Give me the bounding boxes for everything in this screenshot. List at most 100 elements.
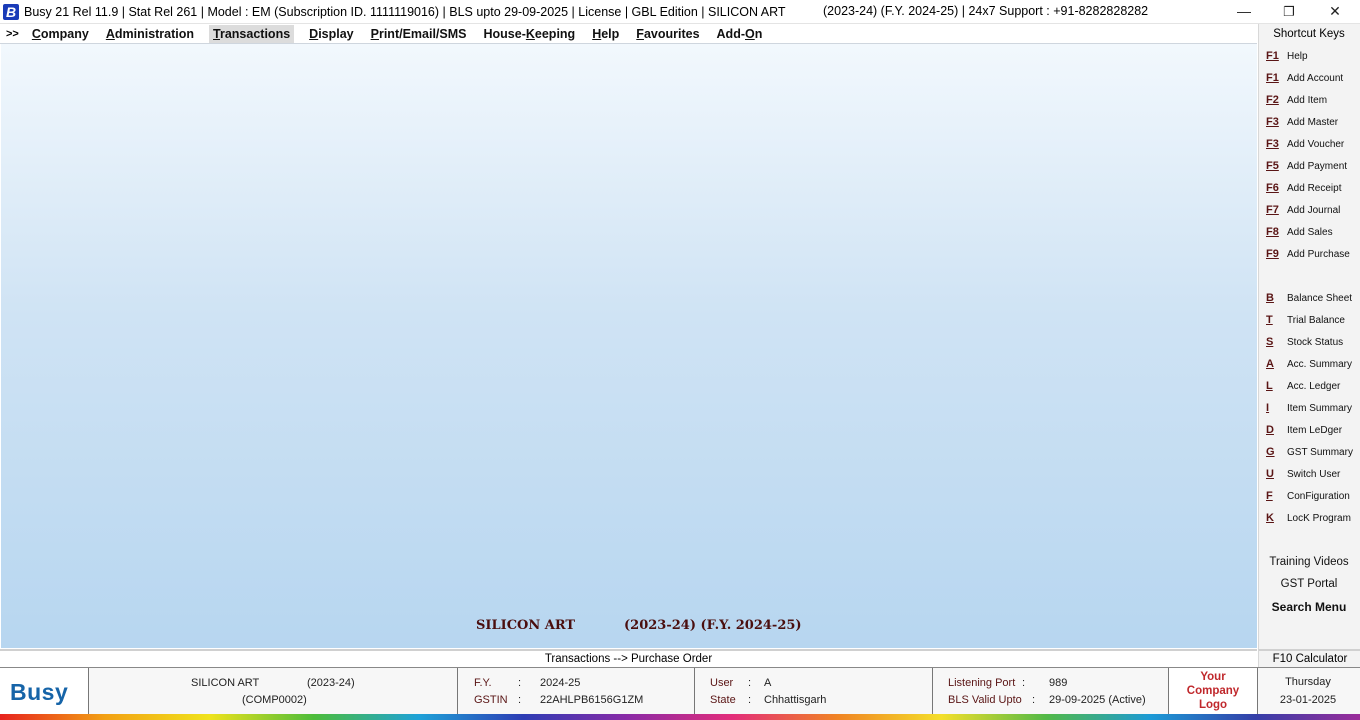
shortcut-balance-sheet[interactable]: B Balance Sheet <box>1266 290 1352 306</box>
menu-print-email-sms[interactable]: Print/Email/SMS <box>369 25 469 43</box>
shortcut-configuration[interactable]: F ConFiguration <box>1266 488 1350 504</box>
shortcut-lock-program[interactable]: K LocK Program <box>1266 510 1351 526</box>
brand-cell: Busy <box>0 668 89 715</box>
company-logo-cell[interactable]: Your Company Logo <box>1169 668 1258 715</box>
menu-label-post: dministration <box>114 26 195 41</box>
shortcut-add-sales[interactable]: F8 Add Sales <box>1266 224 1333 240</box>
port-colon: : <box>1022 677 1026 689</box>
listening-port-value: 989 <box>1049 677 1068 689</box>
busy-app-icon: B <box>3 3 19 20</box>
shortcut-add-receipt[interactable]: F6 Add Receipt <box>1266 180 1341 196</box>
gstin-value: 22AHLPB6156G1ZM <box>540 694 644 706</box>
menu-house-keeping[interactable]: House-Keeping <box>482 25 578 43</box>
listening-port-label: Listening Port <box>948 677 1016 689</box>
menu-administration[interactable]: Administration <box>104 25 196 43</box>
shortcut-key: D <box>1266 424 1274 436</box>
shortcut-label: Item Summary <box>1287 402 1353 414</box>
fy-colon: : <box>518 677 522 689</box>
menu-help[interactable]: Help <box>590 25 621 43</box>
shortcut-key: F1 <box>1266 72 1279 84</box>
minimize-button[interactable]: — <box>1221 0 1267 23</box>
close-button[interactable]: ✕ <box>1312 0 1358 23</box>
search-menu-link[interactable]: Search Menu <box>1259 600 1359 614</box>
shortcut-add-account[interactable]: F1 Add Account <box>1266 70 1343 86</box>
calculator-button[interactable]: F10 Calculator <box>1258 649 1360 668</box>
rainbow-strip <box>0 714 1360 720</box>
workspace-financial-year: (2023-24) (F.Y. 2024-25) <box>624 618 802 633</box>
user-colon: : <box>748 677 752 689</box>
gstin-label: GSTIN <box>474 694 508 706</box>
logo-line: Logo <box>1198 699 1228 711</box>
shortcut-acc-summary[interactable]: A Acc. Summary <box>1266 356 1352 372</box>
menu-transactions[interactable]: Transactions <box>209 24 295 43</box>
logo-line: Your <box>1200 671 1226 683</box>
shortcut-label: Balance Sheet <box>1287 292 1353 304</box>
shortcut-label: Add Purchase <box>1287 248 1350 260</box>
fy-value: 2024-25 <box>540 677 581 689</box>
menu-display[interactable]: Display <box>307 25 355 43</box>
shortcut-label: Help <box>1287 50 1308 62</box>
shortcut-switch-user[interactable]: U Switch User <box>1266 466 1340 482</box>
shortcut-key: F6 <box>1266 182 1279 194</box>
user-state-cell: User : A State : Chhattisgarh <box>695 668 933 715</box>
menu-company[interactable]: Company <box>30 25 91 43</box>
shortcut-add-purchase[interactable]: F9 Add Purchase <box>1266 246 1350 262</box>
menu-expand-icon[interactable]: >> <box>6 28 19 40</box>
menu-favourites[interactable]: Favourites <box>634 25 701 43</box>
menu-label-pre: Add- <box>716 26 745 41</box>
shortcut-key: I <box>1266 402 1270 414</box>
shortcut-key: G <box>1266 446 1275 458</box>
footer-day: Thursday <box>1285 676 1331 688</box>
shortcut-trial-balance[interactable]: T Trial Balance <box>1266 312 1345 328</box>
shortcut-label: ConFiguration <box>1287 490 1350 502</box>
shortcut-add-master[interactable]: F3 Add Master <box>1266 114 1338 130</box>
fy-label: F.Y. <box>474 677 492 689</box>
shortcut-help[interactable]: F1 Help <box>1266 48 1308 64</box>
shortcut-stock-status[interactable]: S Stock Status <box>1266 334 1343 350</box>
menu-label-pre: House- <box>483 26 526 41</box>
shortcut-add-item[interactable]: F2 Add Item <box>1266 92 1327 108</box>
shortcut-key: S <box>1266 336 1274 348</box>
shortcut-key: F3 <box>1266 138 1279 150</box>
shortcut-acc-ledger[interactable]: L Acc. Ledger <box>1266 378 1340 394</box>
shortcut-key: F9 <box>1266 248 1279 260</box>
shortcut-gst-summary[interactable]: G GST Summary <box>1266 444 1353 460</box>
shortcut-label: Add Item <box>1287 94 1328 106</box>
menu-label-post: isplay <box>318 26 354 41</box>
menu-add-on[interactable]: Add-On <box>715 25 765 43</box>
shortcut-key: F5 <box>1266 160 1279 172</box>
state-colon: : <box>748 694 752 706</box>
shortcut-key: A <box>1266 358 1274 370</box>
main-workspace: SILICON ART (2023-24) (F.Y. 2024-25) <box>1 44 1257 648</box>
shortcut-label: Add Master <box>1287 116 1339 128</box>
gst-portal-link[interactable]: GST Portal <box>1259 578 1359 590</box>
shortcut-label: Add Sales <box>1287 226 1333 238</box>
title-bar: B Busy 21 Rel 11.9 | Stat Rel 261 | Mode… <box>0 0 1360 24</box>
bls-colon: : <box>1032 694 1036 706</box>
fy-gstin-cell: F.Y. : 2024-25 GSTIN : 22AHLPB6156G1ZM <box>458 668 695 715</box>
shortcut-add-journal[interactable]: F7 Add Journal <box>1266 202 1340 218</box>
shortcut-add-voucher[interactable]: F3 Add Voucher <box>1266 136 1344 152</box>
company-logo-placeholder: Your Company Logo <box>1169 670 1257 712</box>
shortcut-label: Add Receipt <box>1287 182 1342 194</box>
training-videos-link[interactable]: Training Videos <box>1259 556 1359 568</box>
shortcut-label: GST Summary <box>1287 446 1353 458</box>
state-value: Chhattisgarh <box>764 694 827 706</box>
shortcut-key: F2 <box>1266 94 1279 106</box>
menu-bar: >> Company Administration Transactions D… <box>0 24 1257 44</box>
footer-info-bar: Busy SILICON ART (2023-24) (COMP0002) F.… <box>0 667 1360 715</box>
shortcut-item-ledger[interactable]: D Item LeDger <box>1266 422 1342 438</box>
gstin-colon: : <box>518 694 522 706</box>
shortcut-key: T <box>1266 314 1273 326</box>
shortcut-add-payment[interactable]: F5 Add Payment <box>1266 158 1347 174</box>
shortcut-item-summary[interactable]: I Item Summary <box>1266 400 1352 416</box>
shortcut-label: LocK Program <box>1287 512 1351 524</box>
window-title-fy-support: (2023-24) (F.Y. 2024-25) | 24x7 Support … <box>823 4 1149 18</box>
shortcut-label: Stock Status <box>1287 336 1344 348</box>
shortcut-label: Switch User <box>1287 468 1341 480</box>
date-cell: Thursday 23-01-2025 <box>1258 668 1360 715</box>
maximize-button[interactable]: ❐ <box>1266 0 1312 23</box>
shortcut-panel-title: Shortcut Keys <box>1273 28 1345 40</box>
menu-hotkey: O <box>745 26 755 41</box>
shortcut-label: Trial Balance <box>1287 314 1345 326</box>
